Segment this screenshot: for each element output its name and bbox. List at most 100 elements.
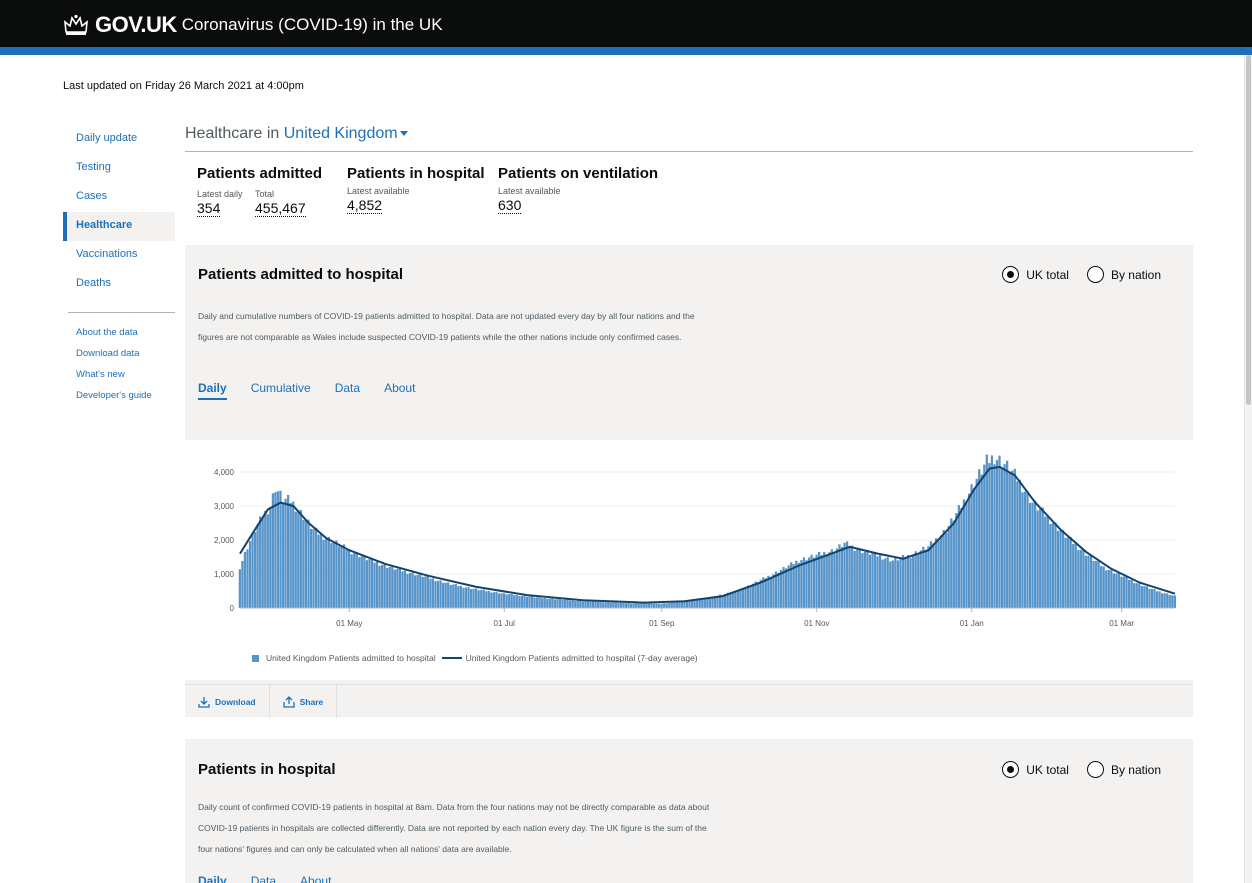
chart-bar [284, 498, 287, 608]
chart-bar [342, 544, 346, 608]
radio-label[interactable]: UK total [1026, 763, 1069, 777]
radio-unchecked-icon[interactable] [1086, 761, 1104, 778]
chart-bar [978, 469, 981, 608]
radio-checked-icon[interactable] [1002, 761, 1020, 778]
sidebar-item-cases[interactable]: Cases [63, 183, 175, 212]
headline-value[interactable]: 455,467 [255, 200, 306, 217]
radio-uk-total[interactable]: UK total [1002, 266, 1069, 283]
page-scrollbar[interactable] [1244, 55, 1252, 883]
radio-label[interactable]: By nation [1111, 763, 1161, 777]
chart-bar [497, 593, 501, 608]
share-button[interactable]: Share [270, 685, 338, 718]
headline-value[interactable]: 630 [498, 197, 522, 214]
sidebar-link-about-data[interactable]: About the data [63, 322, 175, 343]
tab-daily[interactable]: Daily [198, 874, 227, 883]
chart-bar [845, 541, 849, 608]
chart-bar [340, 545, 343, 608]
chart-bar [381, 564, 384, 608]
sidebar-item-vaccinations[interactable]: Vaccinations [63, 241, 175, 270]
main-content: Healthcare in United Kingdom Patients ad… [185, 125, 1193, 217]
scrollbar-thumb[interactable] [1246, 55, 1251, 405]
chart-bar [1161, 593, 1164, 608]
radio-checked-icon[interactable] [1002, 266, 1020, 283]
sidebar-link-download-data[interactable]: Download data [63, 343, 175, 364]
page-title: Healthcare in United Kingdom [185, 125, 1193, 152]
sidebar-item-daily-update[interactable]: Daily update [63, 125, 175, 154]
tab-data[interactable]: Data [335, 381, 360, 400]
download-button[interactable]: Download [185, 685, 270, 718]
chart-bar [673, 602, 676, 608]
chart-bar [950, 518, 953, 608]
chart-bar [383, 564, 386, 608]
chart-bar [861, 553, 864, 608]
chart-bar [500, 593, 503, 608]
radio-by-nation[interactable]: By nation [1086, 761, 1161, 778]
chart-bar [256, 524, 259, 608]
chart-bar [693, 601, 696, 608]
legend-bar-label: United Kingdom Patients admitted to hosp… [266, 653, 436, 663]
gov-uk-home-link[interactable]: GOV.UK Coronavirus (COVID-19) in the UK [63, 12, 443, 38]
tab-daily[interactable]: Daily [198, 381, 227, 400]
chart-bar [449, 584, 452, 608]
radio-by-nation[interactable]: By nation [1086, 266, 1161, 283]
chart-bar [955, 512, 958, 608]
radio-label[interactable]: UK total [1026, 268, 1069, 282]
chart-bar [538, 597, 541, 608]
download-label[interactable]: Download [215, 697, 256, 707]
chart-bar [302, 519, 305, 608]
sidebar-link-developers-guide[interactable]: Developer's guide [63, 385, 175, 406]
service-name[interactable]: Coronavirus (COVID-19) in the UK [182, 15, 443, 35]
chart-bar [932, 543, 935, 608]
location-selector[interactable]: United Kingdom [284, 125, 408, 142]
chart-bar [713, 596, 717, 608]
chart-bar [490, 592, 493, 608]
chart-bar [358, 557, 361, 608]
headline-admitted: Patients admitted Latest daily 354 Total… [197, 165, 323, 217]
chart-bar [1092, 560, 1095, 608]
chart-bar [1041, 507, 1044, 608]
sidebar-item-healthcare[interactable]: Healthcare [63, 212, 175, 241]
chart-bar [1148, 588, 1151, 608]
x-tick-label: 01 Mar [1109, 619, 1134, 628]
chart-bar [967, 493, 971, 608]
chart-bar [452, 584, 455, 608]
tab-about[interactable]: About [300, 874, 331, 883]
chart-bar [589, 601, 592, 608]
radio-unchecked-icon[interactable] [1086, 266, 1104, 283]
share-label[interactable]: Share [300, 697, 324, 707]
chart-bar [1166, 593, 1169, 608]
chart-bar [441, 582, 445, 608]
sidebar-item-testing[interactable]: Testing [63, 154, 175, 183]
chart-bar [411, 572, 414, 608]
admissions-chart[interactable]: 0 1,000 2,000 3,000 4,000 01 May 01 Jul 01 Sep 0… [185, 440, 1193, 680]
y-tick-label: 2,000 [214, 536, 235, 545]
chart-bar [487, 590, 490, 608]
chart-bar [543, 598, 546, 608]
chart-bar [1072, 543, 1075, 608]
chart-bar [467, 587, 470, 608]
location-name[interactable]: United Kingdom [284, 125, 398, 142]
chart-bar [1120, 576, 1123, 608]
headline-value[interactable]: 4,852 [347, 197, 383, 214]
chart-bar [429, 578, 432, 608]
chart-bar [688, 601, 691, 608]
chart-bar [388, 566, 391, 608]
sidebar-link-whats-new[interactable]: What's new [63, 364, 175, 385]
chart-bar [403, 570, 407, 608]
chart-bar [1079, 549, 1082, 608]
headline-title: Patients admitted [197, 165, 323, 182]
sidebar-item-deaths[interactable]: Deaths [63, 270, 175, 299]
chart-bar [868, 554, 872, 608]
chart-bar [1163, 593, 1166, 608]
tab-data[interactable]: Data [251, 874, 276, 883]
tab-about[interactable]: About [384, 381, 415, 400]
chevron-down-icon[interactable] [399, 131, 408, 137]
tab-cumulative[interactable]: Cumulative [251, 381, 311, 400]
radio-label[interactable]: By nation [1111, 268, 1161, 282]
chart-bar [314, 527, 318, 608]
chart-bar [276, 491, 280, 608]
headline-value[interactable]: 354 [197, 200, 221, 217]
chart-bar [810, 554, 813, 608]
chart-bar [1033, 500, 1037, 608]
radio-uk-total[interactable]: UK total [1002, 761, 1069, 778]
